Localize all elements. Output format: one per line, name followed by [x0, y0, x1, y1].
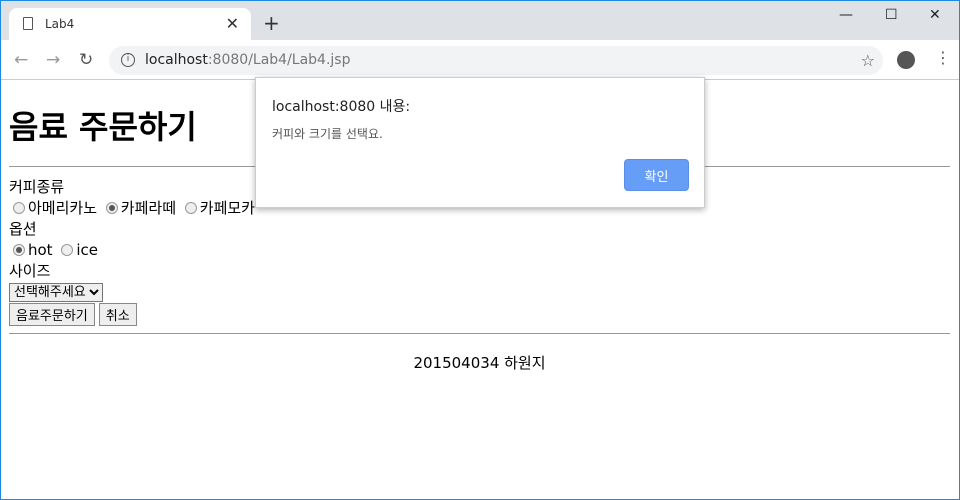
url-path: :8080/Lab4/Lab4.jsp [207, 52, 351, 68]
radio-label: 카페모카 [199, 199, 255, 217]
divider [9, 333, 950, 334]
forward-icon[interactable]: → [46, 50, 60, 70]
footer-text: 201504034 하원지 [413, 354, 546, 372]
minimize-icon[interactable]: — [839, 7, 853, 23]
profile-icon[interactable] [897, 51, 915, 69]
close-window-icon[interactable]: ✕ [929, 7, 941, 23]
back-icon[interactable]: ← [14, 50, 28, 70]
browser-tab[interactable]: Lab4 ✕ [9, 8, 251, 41]
radio-label: 카페라떼 [120, 199, 176, 217]
radio-label: hot [28, 241, 53, 259]
ok-button[interactable]: 확인 [624, 159, 689, 191]
radio-label: ice [76, 241, 99, 259]
maximize-icon[interactable]: ☐ [885, 7, 898, 23]
temp-radio-group: hot ice [9, 240, 950, 261]
radio-mocha[interactable] [184, 202, 197, 214]
close-tab-icon[interactable]: ✕ [226, 14, 239, 33]
menu-icon[interactable]: ⋮ [935, 48, 951, 67]
radio-hot[interactable] [13, 244, 25, 256]
tab-bar: Lab4 ✕ + — ☐ ✕ [1, 1, 959, 41]
radio-americano[interactable] [13, 202, 25, 214]
tab-title: Lab4 [45, 17, 75, 31]
size-label: 사이즈 [9, 262, 51, 280]
dialog-title: localhost:8080 내용: [272, 99, 411, 115]
option-label: 옵션 [9, 220, 37, 238]
radio-latte[interactable] [105, 202, 118, 214]
radio-label: 아메리카노 [28, 199, 98, 217]
address-bar[interactable]: i localhost:8080/Lab4/Lab4.jsp ☆ [109, 46, 883, 75]
radio-ice[interactable] [61, 244, 74, 256]
alert-dialog: localhost:8080 내용: 커피와 크기를 선택요. 확인 [255, 77, 705, 208]
new-tab-icon[interactable]: + [263, 11, 280, 35]
dialog-message: 커피와 크기를 선택요. [272, 127, 383, 141]
reload-icon[interactable]: ↻ [79, 50, 93, 70]
size-select[interactable]: 선택해주세요 [9, 283, 103, 302]
cancel-button[interactable]: 취소 [98, 303, 137, 326]
info-icon[interactable]: i [121, 53, 135, 67]
star-icon[interactable]: ☆ [861, 46, 875, 75]
document-icon [23, 17, 33, 30]
order-button[interactable]: 음료주문하기 [9, 303, 95, 326]
toolbar: ← → ↻ i localhost:8080/Lab4/Lab4.jsp ☆ ⋮ [1, 40, 959, 80]
url-host: localhost [145, 52, 208, 68]
